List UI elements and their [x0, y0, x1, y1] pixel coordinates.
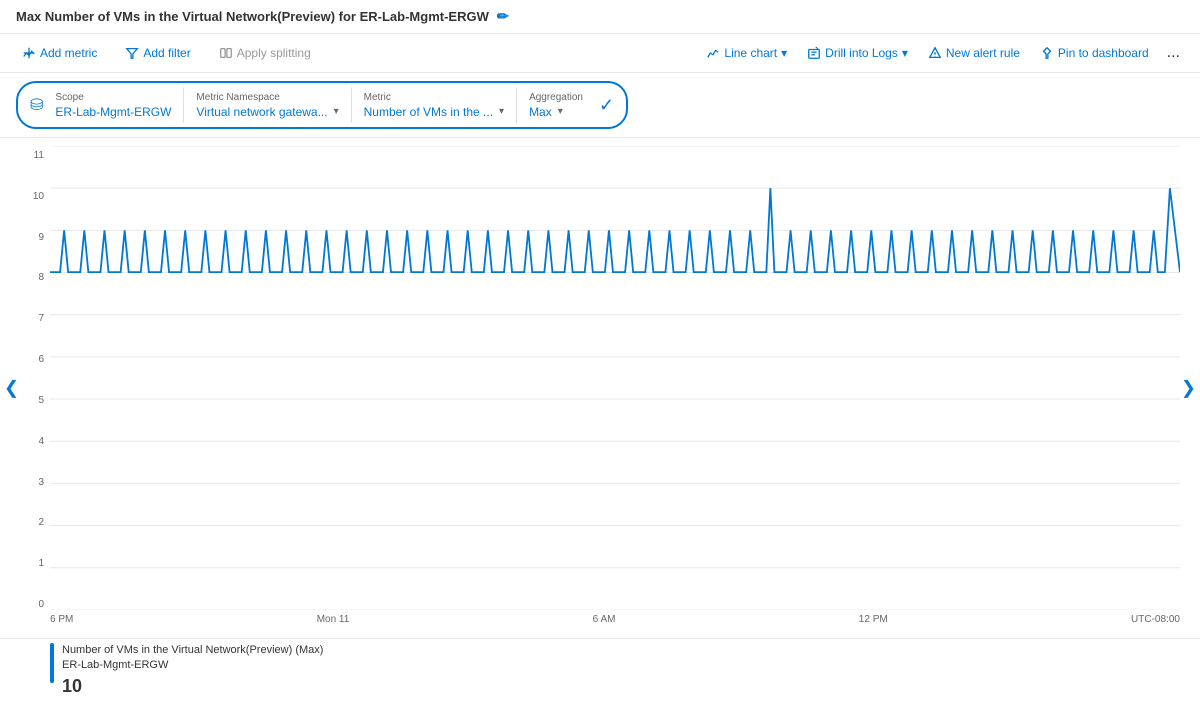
scope-field: Scope ER-Lab-Mgmt-ERGW — [47, 92, 179, 119]
line-chart-label: Line chart — [724, 46, 777, 60]
legend-color-bar — [50, 643, 54, 683]
chart-nav-right-button[interactable]: ❯ — [1177, 370, 1200, 407]
metric-field: Metric Number of VMs in the ... ▾ — [356, 92, 512, 119]
y-axis: 11 10 9 8 7 6 5 4 3 2 1 0 — [20, 146, 50, 630]
y-label-4: 4 — [20, 436, 44, 447]
y-label-0: 0 — [20, 599, 44, 610]
y-label-6: 6 — [20, 354, 44, 365]
chart-inner: 11 10 9 8 7 6 5 4 3 2 1 0 — [20, 146, 1180, 630]
divider-1 — [183, 87, 184, 123]
aggregation-label: Aggregation — [529, 92, 583, 103]
chart-area: ❮ ❯ 11 10 9 8 7 6 5 4 3 2 1 0 — [0, 138, 1200, 638]
page-title: Max Number of VMs in the Virtual Network… — [16, 9, 489, 24]
legend: Number of VMs in the Virtual Network(Pre… — [0, 638, 1200, 701]
x-label-utc: UTC-08:00 — [1131, 614, 1180, 630]
namespace-value[interactable]: Virtual network gatewa... ▾ — [196, 105, 338, 119]
y-label-11: 11 — [20, 150, 44, 161]
line-chart-icon — [706, 46, 720, 60]
legend-value: 10 — [62, 676, 323, 697]
x-label-6am: 6 AM — [593, 614, 616, 630]
add-metric-label: Add metric — [40, 46, 97, 60]
toolbar: Add metric Add filter Apply splitting — [0, 34, 1200, 73]
drill-logs-icon — [807, 46, 821, 60]
y-label-1: 1 — [20, 558, 44, 569]
aggregation-chevron: ▾ — [558, 106, 563, 117]
scope-label: Scope — [55, 92, 171, 103]
metric-check-icon: ✓ — [599, 95, 614, 116]
drill-into-logs-button[interactable]: Drill into Logs ▾ — [801, 42, 914, 64]
edit-icon[interactable]: ✏ — [497, 8, 509, 25]
y-label-9: 9 — [20, 232, 44, 243]
line-chart-button[interactable]: Line chart ▾ — [700, 42, 793, 64]
metric-container: ⛁ Scope ER-Lab-Mgmt-ERGW Metric Namespac… — [16, 81, 628, 129]
more-label: ... — [1167, 44, 1180, 61]
x-label-6pm: 6 PM — [50, 614, 73, 630]
toolbar-right: Line chart ▾ Drill into Logs ▾ — [700, 40, 1184, 66]
namespace-chevron: ▾ — [334, 106, 339, 117]
add-filter-icon — [125, 46, 139, 60]
pin-to-dashboard-label: Pin to dashboard — [1058, 46, 1149, 60]
y-label-10: 10 — [20, 191, 44, 202]
chart-svg — [50, 146, 1180, 610]
drill-chevron: ▾ — [902, 46, 908, 60]
add-filter-button[interactable]: Add filter — [119, 42, 196, 64]
legend-title: Number of VMs in the Virtual Network(Pre… — [62, 643, 323, 658]
new-alert-rule-label: New alert rule — [946, 46, 1020, 60]
legend-info: Number of VMs in the Virtual Network(Pre… — [62, 643, 323, 697]
apply-splitting-icon — [219, 46, 233, 60]
chart-nav-left-button[interactable]: ❮ — [0, 370, 23, 407]
x-axis: 6 PM Mon 11 6 AM 12 PM UTC-08:00 — [50, 610, 1180, 630]
drill-into-logs-label: Drill into Logs — [825, 46, 898, 60]
aggregation-field: Aggregation Max ▾ — [521, 92, 591, 119]
more-options-button[interactable]: ... — [1163, 40, 1184, 66]
metric-label: Metric — [364, 92, 504, 103]
namespace-field: Metric Namespace Virtual network gatewa.… — [188, 92, 346, 119]
add-filter-label: Add filter — [143, 46, 190, 60]
metric-row: ⛁ Scope ER-Lab-Mgmt-ERGW Metric Namespac… — [0, 73, 1200, 138]
scope-value: ER-Lab-Mgmt-ERGW — [55, 105, 171, 119]
namespace-label: Metric Namespace — [196, 92, 338, 103]
add-metric-icon — [22, 46, 36, 60]
y-label-7: 7 — [20, 313, 44, 324]
pin-to-dashboard-button[interactable]: Pin to dashboard — [1034, 42, 1155, 64]
page: Max Number of VMs in the Virtual Network… — [0, 0, 1200, 695]
metric-value[interactable]: Number of VMs in the ... ▾ — [364, 105, 504, 119]
aggregation-value[interactable]: Max ▾ — [529, 105, 583, 119]
new-alert-rule-button[interactable]: New alert rule — [922, 42, 1026, 64]
line-chart-chevron: ▾ — [781, 46, 787, 60]
y-label-3: 3 — [20, 477, 44, 488]
chart-plot: 6 PM Mon 11 6 AM 12 PM UTC-08:00 — [50, 146, 1180, 630]
scope-icon: ⛁ — [30, 95, 43, 115]
divider-3 — [516, 87, 517, 123]
pin-icon — [1040, 46, 1054, 60]
metric-chevron: ▾ — [499, 106, 504, 117]
y-label-5: 5 — [20, 395, 44, 406]
legend-subtitle: ER-Lab-Mgmt-ERGW — [62, 658, 323, 673]
metric-group: Scope ER-Lab-Mgmt-ERGW Metric Namespace … — [47, 87, 591, 123]
divider-2 — [351, 87, 352, 123]
x-label-mon11: Mon 11 — [317, 614, 350, 630]
x-label-12pm: 12 PM — [859, 614, 888, 630]
apply-splitting-label: Apply splitting — [237, 46, 311, 60]
apply-splitting-button[interactable]: Apply splitting — [213, 42, 317, 64]
add-metric-button[interactable]: Add metric — [16, 42, 103, 64]
y-label-2: 2 — [20, 517, 44, 528]
alert-icon — [928, 46, 942, 60]
y-label-8: 8 — [20, 272, 44, 283]
title-bar: Max Number of VMs in the Virtual Network… — [0, 0, 1200, 34]
toolbar-left: Add metric Add filter Apply splitting — [16, 42, 317, 64]
